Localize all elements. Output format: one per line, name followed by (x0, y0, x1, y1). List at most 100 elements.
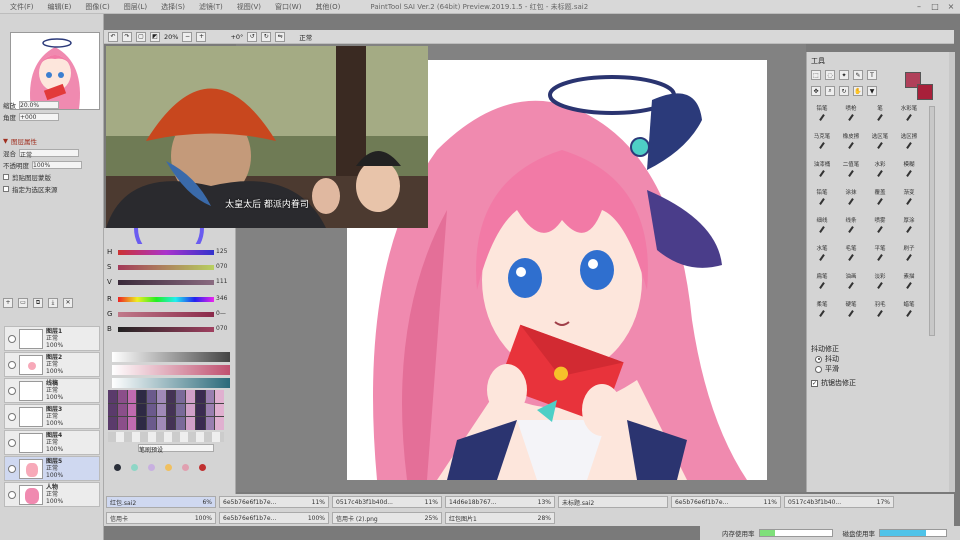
merge-layer-icon[interactable]: ⤓ (48, 297, 58, 308)
radio-icon[interactable] (815, 355, 822, 363)
layer-item[interactable]: 图层4 正常 100% (4, 430, 100, 455)
brush-slot[interactable]: 选区擦 (898, 134, 920, 154)
brush-slot[interactable]: 毛笔 (840, 246, 862, 266)
color-swatch[interactable] (108, 417, 117, 430)
menu-other[interactable]: 其他(O) (315, 2, 340, 12)
zoom-icon[interactable]: ⌕ (825, 86, 835, 96)
color-swatch[interactable] (166, 417, 176, 430)
ref-row[interactable]: 指定为选区来源 (3, 184, 58, 194)
brush-slot[interactable]: 硬笔 (840, 302, 862, 322)
color-swatch[interactable] (127, 403, 137, 417)
brush-slot[interactable]: 喷雾 (869, 218, 891, 238)
color-swatch[interactable] (176, 417, 185, 430)
brush-slot[interactable]: 水笔 (811, 246, 833, 266)
color-swatch[interactable] (215, 403, 224, 417)
menu-layer[interactable]: 图层(L) (124, 2, 147, 12)
zoom-out-icon[interactable]: − (182, 31, 193, 42)
close-icon[interactable]: × (946, 1, 956, 11)
shade-gradient[interactable] (112, 378, 230, 388)
color-swatch[interactable] (117, 417, 127, 430)
nav-zoom-field[interactable]: 20.0% (19, 100, 59, 109)
swatch-grid[interactable] (108, 390, 224, 430)
document-tab[interactable]: 0517c4b3f1b40... 17% (784, 496, 894, 508)
brush-slot[interactable]: 柔笔 (811, 302, 833, 322)
brush-slot[interactable]: 羽毛 (869, 302, 891, 322)
color-swatch[interactable] (176, 390, 185, 403)
clip-checkbox[interactable] (3, 173, 9, 180)
menu-filter[interactable]: 滤镜(T) (199, 2, 223, 12)
brush-slot[interactable]: 淡彩 (869, 274, 891, 294)
color-swatch[interactable] (205, 390, 215, 403)
hsv-h-slider[interactable] (118, 250, 214, 255)
radio-icon[interactable] (815, 365, 822, 373)
brush-slot[interactable]: 细线 (811, 218, 833, 238)
scratch-dot[interactable] (114, 463, 121, 471)
color-swatch[interactable] (156, 403, 166, 417)
brush-slot[interactable]: 蜡笔 (898, 302, 920, 322)
brush-slot[interactable]: 橡皮擦 (840, 134, 862, 154)
rotate-icon[interactable]: ↻ (839, 86, 849, 96)
menu-file[interactable]: 文件(F) (10, 2, 34, 12)
color-swatch[interactable] (117, 403, 127, 417)
menu-edit[interactable]: 编辑(E) (48, 2, 72, 12)
invert-icon[interactable]: ◩ (150, 31, 160, 42)
zoom-display[interactable]: 20% (164, 33, 178, 41)
color-swatch[interactable] (195, 403, 205, 417)
undo-icon[interactable]: ↶ (108, 31, 118, 42)
rotate-left-icon[interactable]: ↺ (247, 31, 258, 42)
color-swatch[interactable] (127, 390, 137, 403)
brush-slot[interactable]: 素描 (898, 274, 920, 294)
color-swatch[interactable] (176, 403, 185, 417)
color-swatch[interactable] (137, 390, 146, 403)
new-layer-icon[interactable]: + (3, 297, 13, 308)
eyedropper-icon[interactable]: ✎ (853, 70, 863, 80)
nav-angle-field[interactable]: +000 (19, 112, 59, 121)
zoom-in-icon[interactable]: + (196, 31, 207, 42)
layer-item[interactable]: 人物 正常 100% (4, 482, 100, 507)
document-tab[interactable]: 红包.sai2 6% (106, 496, 216, 508)
color-swatch[interactable] (215, 417, 224, 430)
visibility-eye-icon[interactable] (8, 490, 16, 499)
visibility-eye-icon[interactable] (8, 464, 16, 473)
visibility-eye-icon[interactable] (8, 412, 16, 421)
brush-slot[interactable]: 铅笔 (811, 106, 833, 126)
lasso-icon[interactable]: ◌ (825, 70, 835, 80)
scratch-dot[interactable] (165, 463, 172, 471)
blend-mode-display[interactable]: 正常 (299, 32, 312, 42)
select-rect-icon[interactable]: ⬚ (811, 70, 821, 80)
brush-slot[interactable]: 线条 (840, 218, 862, 238)
gray-gradient[interactable] (112, 352, 230, 362)
brush-slot[interactable]: 油漆桶 (811, 162, 833, 182)
new-folder-icon[interactable]: ▭ (18, 297, 28, 308)
document-tab[interactable]: 信用卡 (2).png 25% (332, 512, 442, 524)
minimize-icon[interactable]: – (914, 1, 924, 11)
document-tab[interactable]: 6e5b76e6f1b7e... 100% (219, 512, 329, 524)
color-swatch[interactable] (117, 390, 127, 403)
color-swatch[interactable] (186, 403, 195, 417)
hsv-v-slider[interactable] (118, 280, 214, 285)
layer-item-selected[interactable]: 图层5 正常 100% (4, 456, 100, 481)
document-tab[interactable]: 未标题.sai2 (558, 496, 668, 508)
menu-select[interactable]: 选择(S) (161, 2, 185, 12)
color-wheel[interactable] (134, 228, 204, 244)
color-swatch[interactable] (137, 403, 146, 417)
scratch-dot[interactable] (182, 463, 189, 471)
hand-icon[interactable]: ✋ (853, 86, 863, 96)
deselect-icon[interactable]: ▢ (136, 31, 146, 42)
color-swatch[interactable] (156, 417, 166, 430)
menu-view[interactable]: 视图(V) (237, 2, 261, 12)
menu-image[interactable]: 图像(C) (85, 2, 109, 12)
blend-select[interactable]: 正常 (19, 148, 79, 159)
brush-slot[interactable]: 厚涂 (898, 218, 920, 238)
visibility-eye-icon[interactable] (8, 438, 16, 447)
brush-slot[interactable]: 油画 (840, 274, 862, 294)
brush-slot[interactable]: 喷枪 (840, 106, 862, 126)
delete-layer-icon[interactable]: ✕ (63, 297, 73, 308)
move-icon[interactable]: ✥ (811, 86, 821, 96)
scratch-dot[interactable] (199, 463, 206, 471)
stab-option-2[interactable]: 平滑 (815, 364, 839, 374)
brush-slot[interactable]: 笔 (869, 106, 891, 126)
navigator-preview[interactable] (10, 32, 100, 110)
brush-slot[interactable]: 涂抹 (840, 190, 862, 210)
scratchpad[interactable] (114, 460, 224, 474)
